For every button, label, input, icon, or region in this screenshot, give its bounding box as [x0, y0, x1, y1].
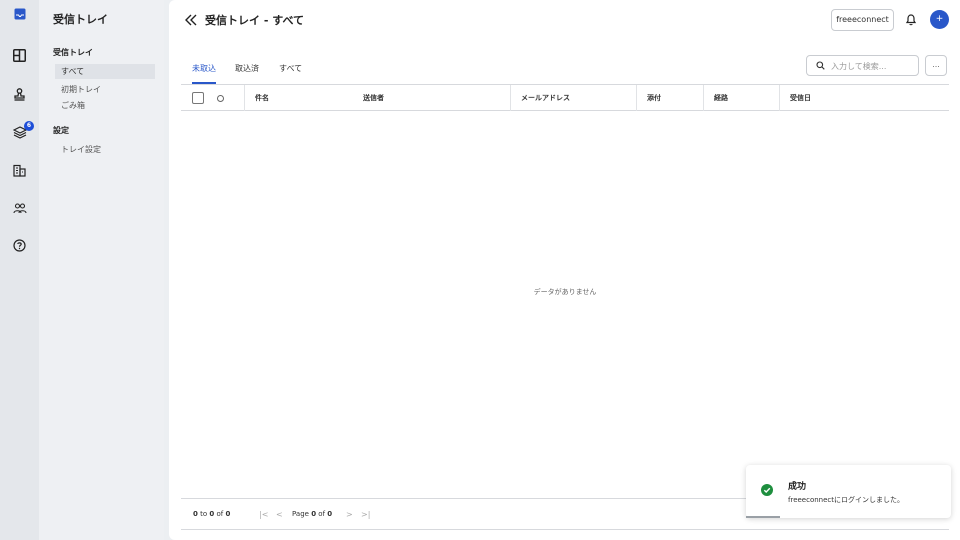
help-icon — [13, 238, 26, 252]
pagination-from: 0 — [193, 510, 198, 518]
rail-building[interactable] — [0, 158, 39, 182]
more-button[interactable]: ... — [925, 55, 947, 76]
rail-help[interactable] — [0, 233, 39, 257]
toast-title: 成功 — [788, 482, 807, 492]
prev-page-icon[interactable]: < — [276, 510, 283, 519]
pagination-to-word: to — [200, 510, 208, 518]
column-received-date[interactable]: 受信日 — [779, 85, 811, 111]
page-title: 受信トレイ - すべて — [205, 14, 305, 27]
page-current: 0 — [311, 510, 317, 518]
page-indicator: Page 0 of 0 — [292, 510, 332, 518]
column-attachment[interactable]: 添付 — [636, 85, 661, 111]
pagination-summary: 0 to 0 of 0 — [193, 510, 230, 518]
pagination-to: 0 — [209, 510, 215, 518]
nav-item-tray-settings[interactable]: トレイ設定 — [55, 142, 155, 157]
building-icon — [13, 164, 26, 177]
select-radio[interactable] — [217, 95, 224, 102]
pagination-total: 0 — [225, 510, 231, 518]
table-header: 件名 送信者 メールアドレス 添付 経路 受信日 — [181, 84, 949, 111]
toast-progress — [746, 516, 780, 518]
rail-grid[interactable] — [0, 43, 39, 67]
rail-stamp[interactable] — [0, 82, 39, 106]
column-subject[interactable]: 件名 — [244, 85, 269, 111]
empty-message: データがありません — [533, 288, 597, 296]
main-panel: 受信トレイ - すべて freeeconnect + 未取込 取込済 すべて 入… — [169, 0, 960, 540]
nav-group-inbox: 受信トレイ — [53, 48, 93, 57]
stamp-icon — [14, 87, 25, 101]
nav-group-settings: 設定 — [53, 126, 69, 135]
rail-users[interactable] — [0, 196, 39, 220]
page-word: Page — [292, 510, 309, 518]
page-of-word: of — [318, 510, 326, 518]
avatar[interactable]: + — [930, 10, 949, 29]
users-icon — [12, 202, 27, 213]
pagination-divider — [181, 529, 949, 530]
column-route[interactable]: 経路 — [703, 85, 728, 111]
grid-icon — [13, 48, 26, 62]
select-all-checkbox[interactable] — [192, 92, 204, 104]
next-page-icon[interactable]: > — [346, 510, 353, 519]
page-total: 0 — [327, 510, 333, 518]
icon-rail: 6 — [0, 0, 39, 540]
rail-layers[interactable]: 6 — [0, 120, 39, 144]
last-page-icon[interactable]: >| — [361, 510, 370, 519]
success-toast[interactable]: 成功 freeeconnectにログインしました。 — [746, 465, 951, 518]
tab-all[interactable]: すべて — [279, 62, 302, 84]
nav-item-trash[interactable]: ごみ箱 — [55, 98, 155, 113]
search-icon — [816, 61, 825, 70]
inbox-table: 件名 送信者 メールアドレス 添付 経路 受信日 データがありません — [181, 84, 949, 499]
column-email[interactable]: メールアドレス — [510, 85, 570, 111]
sidenav-title: 受信トレイ — [53, 13, 108, 26]
inbox-icon — [14, 8, 25, 20]
check-circle-icon — [761, 484, 773, 496]
nav-item-initial-tray[interactable]: 初期トレイ — [55, 82, 155, 97]
org-switch-button[interactable]: freeeconnect — [831, 9, 894, 31]
search-placeholder: 入力して検索... — [831, 62, 887, 71]
tab-imported[interactable]: 取込済 — [235, 62, 259, 84]
layers-badge: 6 — [24, 121, 34, 131]
nav-item-all[interactable]: すべて — [55, 64, 155, 79]
first-page-icon[interactable]: |< — [259, 510, 268, 519]
bell-icon[interactable] — [905, 13, 917, 26]
tab-not-imported[interactable]: 未取込 — [192, 62, 216, 84]
toast-message: freeeconnectにログインしました。 — [788, 496, 905, 504]
pagination-of-word: of — [216, 510, 224, 518]
search-input[interactable]: 入力して検索... — [806, 55, 919, 76]
side-nav: 受信トレイ 受信トレイ すべて 初期トレイ ごみ箱 設定 トレイ設定 — [39, 0, 164, 540]
rail-inbox[interactable] — [0, 2, 39, 26]
double-chevron-left-icon[interactable] — [183, 12, 199, 28]
column-sender[interactable]: 送信者 — [352, 85, 384, 111]
